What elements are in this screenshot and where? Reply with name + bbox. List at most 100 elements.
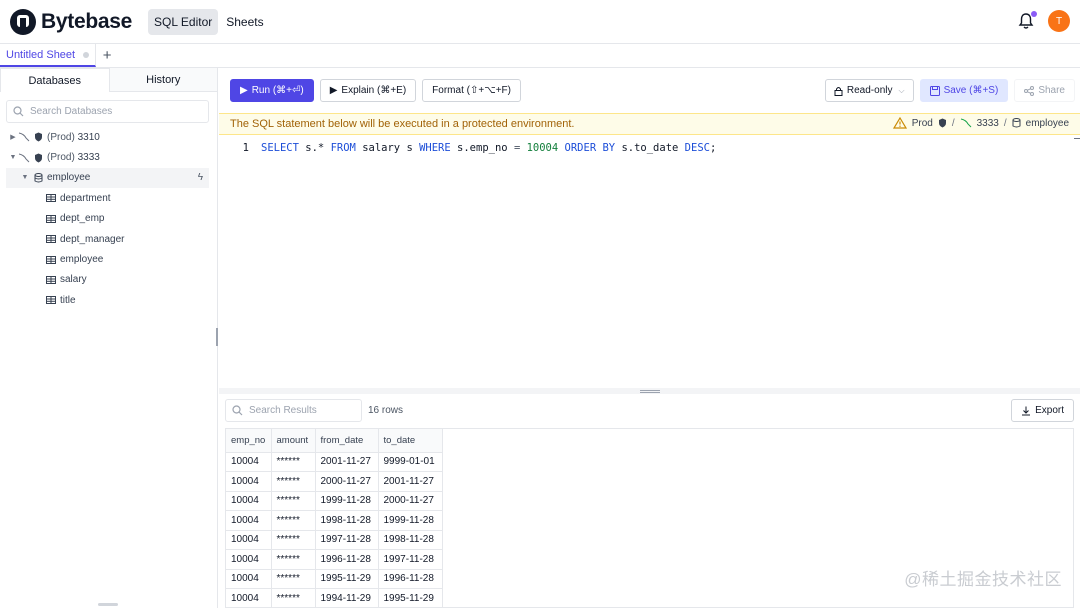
- drag-handle-icon[interactable]: [640, 390, 660, 393]
- instance-env: (Prod): [47, 152, 75, 164]
- bytebase-logo-icon: [10, 8, 36, 35]
- table-cell[interactable]: 2000-11-27: [378, 491, 443, 511]
- caret-down-icon[interactable]: ▼: [8, 154, 18, 161]
- table-cell[interactable]: ******: [271, 471, 316, 492]
- table-cell[interactable]: 1997-11-28: [315, 530, 379, 550]
- table-cell[interactable]: 10004: [226, 452, 272, 472]
- sql-editor[interactable]: 1 SELECT s.* FROM salary s WHERE s.emp_n…: [219, 136, 1080, 388]
- table-name: salary: [60, 274, 87, 286]
- table-cell[interactable]: 1994-11-29: [315, 588, 379, 607]
- explain-button[interactable]: ▶ Explain (⌘+E): [319, 79, 417, 102]
- format-button[interactable]: Format (⇧+⌥+F): [422, 79, 521, 102]
- sql-keyword: DESC: [684, 142, 710, 154]
- table-name: dept_emp: [60, 213, 105, 225]
- table-cell[interactable]: 1998-11-28: [315, 510, 379, 531]
- bytebase-logo[interactable]: Bytebase: [10, 8, 132, 35]
- table-cell[interactable]: 2000-11-27: [315, 471, 379, 492]
- tree-table-department[interactable]: department: [0, 188, 217, 208]
- tree-instance-3310[interactable]: ▶ (Prod) 3310: [0, 127, 217, 147]
- table-name: dept_manager: [60, 233, 125, 245]
- row-count: 16 rows: [368, 405, 404, 416]
- table-cell[interactable]: 10004: [226, 569, 272, 589]
- table-cell[interactable]: ******: [271, 569, 316, 589]
- table-cell[interactable]: 9999-01-01: [378, 452, 443, 472]
- table-row: 10004 ****** 1995-11-29 1996-11-28: [226, 569, 443, 589]
- add-tab-button[interactable]: +: [96, 44, 118, 67]
- table-cell[interactable]: ******: [271, 530, 316, 550]
- run-button[interactable]: ▶ Run (⌘+⏎): [230, 79, 314, 102]
- table-cell[interactable]: 2001-11-27: [315, 452, 379, 472]
- column-header[interactable]: amount: [271, 429, 316, 453]
- table-cell[interactable]: 10004: [226, 549, 272, 570]
- breadcrumb-separator: /: [951, 117, 955, 129]
- sql-keyword: FROM: [330, 142, 356, 154]
- save-label: Save (⌘+S): [943, 85, 999, 96]
- table-cell[interactable]: 1996-11-28: [315, 549, 379, 570]
- top-nav: SQL Editor Sheets: [147, 8, 270, 35]
- notification-bell-icon[interactable]: [1018, 11, 1037, 30]
- sidebar-resize-handle[interactable]: [216, 328, 218, 346]
- table-row: 10004 ****** 1996-11-28 1997-11-28: [226, 549, 443, 570]
- table-cell[interactable]: 1997-11-28: [378, 549, 443, 570]
- column-header[interactable]: from_date: [315, 429, 379, 453]
- search-results-input[interactable]: [249, 405, 357, 416]
- table-icon: [46, 275, 56, 284]
- table-cell[interactable]: 1995-11-29: [315, 569, 379, 589]
- nav-sql-editor[interactable]: SQL Editor: [147, 8, 219, 35]
- mysql-icon: [960, 118, 971, 128]
- table-cell[interactable]: 10004: [226, 588, 272, 607]
- user-avatar[interactable]: T: [1048, 10, 1070, 32]
- table-cell[interactable]: 10004: [226, 530, 272, 550]
- table-cell[interactable]: ******: [271, 549, 316, 570]
- caret-down-icon[interactable]: ▼: [20, 174, 30, 181]
- tab-history[interactable]: History: [109, 68, 217, 92]
- table-cell[interactable]: ******: [271, 510, 316, 531]
- nav-sheets[interactable]: Sheets: [220, 9, 269, 35]
- tree-instance-3333[interactable]: ▼ (Prod) 3333: [0, 147, 217, 167]
- tree-table-title[interactable]: title: [0, 290, 217, 310]
- table-cell[interactable]: 10004: [226, 510, 272, 531]
- tab-untitled-sheet[interactable]: Untitled Sheet: [0, 44, 97, 67]
- save-button[interactable]: Save (⌘+S): [919, 79, 1009, 102]
- editor-toolbar: ▶ Run (⌘+⏎) ▶ Explain (⌘+E) Format (⇧+⌥+…: [219, 68, 1080, 112]
- caret-right-icon[interactable]: ▶: [8, 133, 18, 141]
- tab-databases[interactable]: Databases: [0, 68, 110, 92]
- table-cell[interactable]: 10004: [226, 471, 272, 492]
- tree-table-dept-emp[interactable]: dept_emp: [0, 209, 217, 229]
- search-databases-input[interactable]: [30, 106, 190, 117]
- share-button[interactable]: Share: [1014, 79, 1075, 102]
- table-cell[interactable]: 1998-11-28: [378, 530, 443, 550]
- table-cell[interactable]: ******: [271, 588, 316, 607]
- export-button[interactable]: Export: [1011, 399, 1074, 422]
- table-cell[interactable]: 1996-11-28: [378, 569, 443, 589]
- table-cell[interactable]: ******: [271, 491, 316, 511]
- table-cell[interactable]: 2001-11-27: [378, 471, 443, 492]
- play-icon: ▶: [329, 85, 338, 96]
- watermark: @稀土掘金技术社区: [904, 570, 1062, 589]
- tree-table-employee[interactable]: employee: [0, 249, 217, 269]
- table-cell[interactable]: 10004: [226, 491, 272, 511]
- sql-identifier: s.to_date: [621, 142, 679, 154]
- lightning-icon[interactable]: ϟ: [198, 172, 203, 183]
- search-icon: [13, 106, 24, 117]
- shield-icon: [938, 118, 946, 128]
- readonly-select[interactable]: Read-only ⌵: [824, 79, 914, 102]
- table-cell[interactable]: 1995-11-29: [378, 588, 443, 607]
- table-cell[interactable]: 1999-11-28: [378, 510, 443, 531]
- table-cell[interactable]: 1999-11-28: [315, 491, 379, 511]
- tree-table-dept-manager[interactable]: dept_manager: [0, 229, 217, 249]
- results-table: emp_no amount from_date to_date 10004 ***…: [226, 429, 443, 607]
- sql-identifier: salary s: [362, 142, 413, 154]
- table-cell[interactable]: ******: [271, 452, 316, 472]
- table-icon: [46, 296, 56, 305]
- tree-table-salary[interactable]: salary: [0, 270, 217, 290]
- sql-code: SELECT s.* FROM salary s WHERE s.emp_no …: [253, 142, 716, 154]
- sidebar-scrollbar[interactable]: [98, 603, 118, 606]
- column-header[interactable]: emp_no: [226, 429, 272, 453]
- results-header: 16 rows: [225, 399, 403, 422]
- database-label: employee: [1025, 117, 1069, 129]
- warning-triangle-icon: [892, 117, 907, 129]
- column-header[interactable]: to_date: [378, 429, 443, 453]
- database-search: [6, 100, 209, 123]
- tree-database-employee[interactable]: ▼ employee ϟ: [6, 167, 209, 189]
